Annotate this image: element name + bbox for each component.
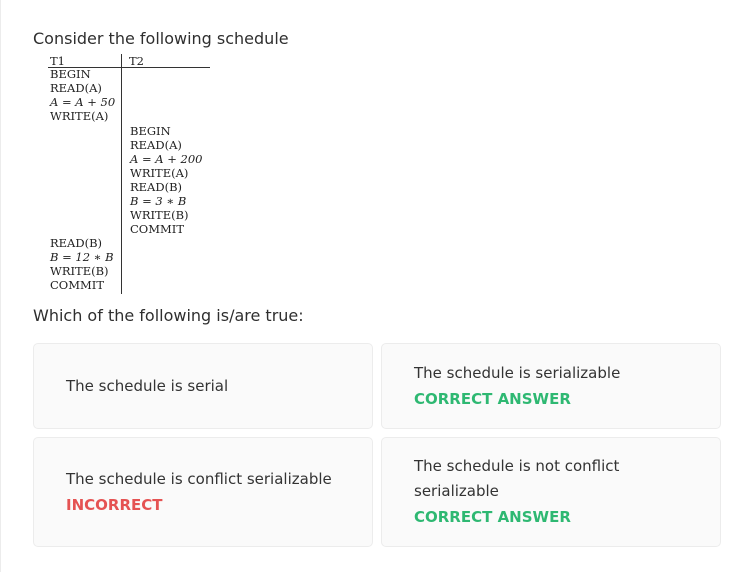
op: READ(B) (50, 236, 103, 250)
correct-answer-badge: CORRECT ANSWER (414, 389, 571, 408)
option-serializable[interactable]: The schedule is serializable CORRECT ANS… (381, 343, 721, 429)
op: WRITE(A) (50, 109, 109, 123)
question-intro: Consider the following schedule (33, 29, 289, 48)
op: A = A + 50 (50, 95, 116, 109)
op: WRITE(A) (130, 166, 189, 180)
op: WRITE(B) (50, 264, 109, 278)
op: READ(A) (130, 138, 182, 152)
header-t1: T1 (50, 54, 65, 68)
op: BEGIN (50, 67, 91, 81)
schedule-table: T1 T2 BEGIN READ(A) A = A + 50 WRITE(A) … (48, 54, 213, 294)
op: A = A + 200 (130, 152, 203, 166)
option-conflict-serializable[interactable]: The schedule is conflict serializable IN… (33, 437, 373, 547)
op: READ(B) (130, 180, 183, 194)
incorrect-badge: INCORRECT (66, 495, 163, 514)
option-text: The schedule is not conflict serializabl… (414, 457, 620, 500)
op: B = 12 ∗ B (50, 250, 114, 264)
option-serial[interactable]: The schedule is serial (33, 343, 373, 429)
question-prompt: Which of the following is/are true: (33, 306, 304, 325)
correct-answer-badge: CORRECT ANSWER (414, 508, 571, 526)
option-text: The schedule is serializable (414, 363, 621, 382)
op: COMMIT (130, 222, 184, 236)
t2-ops: BEGIN READ(A) A = A + 200 WRITE(A) READ(… (130, 124, 202, 236)
t1-ops-second: READ(B) B = 12 ∗ B WRITE(B) COMMIT (50, 236, 114, 292)
op: COMMIT (50, 278, 104, 292)
header-t2: T2 (129, 54, 144, 68)
op: READ(A) (50, 81, 102, 95)
option-text: The schedule is serial (66, 376, 229, 395)
left-border (0, 0, 1, 572)
t1-ops-first: BEGIN READ(A) A = A + 50 WRITE(A) (50, 67, 115, 123)
op: WRITE(B) (130, 208, 189, 222)
op: B = 3 ∗ B (130, 194, 187, 208)
op: BEGIN (130, 124, 171, 138)
option-text: The schedule is conflict serializable (66, 469, 332, 488)
column-divider (121, 54, 122, 294)
option-not-conflict-serializable[interactable]: The schedule is not conflict serializabl… (381, 437, 721, 547)
